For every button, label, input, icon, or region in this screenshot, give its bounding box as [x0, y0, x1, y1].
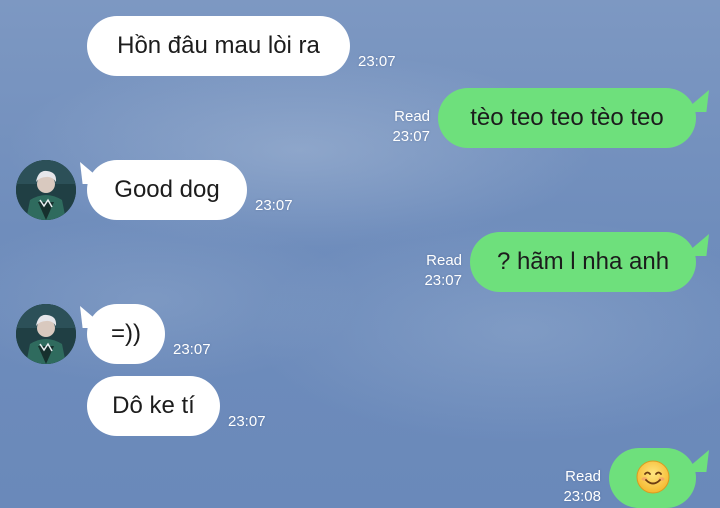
incoming-message-bubble[interactable]: Hồn đâu mau lòi ra [87, 16, 350, 76]
incoming-message-bubble[interactable]: Dô ke tí [87, 376, 220, 436]
incoming-message-bubble[interactable]: =)) [87, 304, 165, 364]
outgoing-message-bubble[interactable]: ? hãm l nha anh [470, 232, 696, 292]
outgoing-message-bubble[interactable]: tèo teo teo tèo teo [438, 88, 696, 148]
message-meta: 23:07 [358, 52, 396, 72]
read-receipt: Read [426, 252, 462, 269]
message-meta: 23:07 [173, 340, 211, 360]
message-meta: Read 23:07 [412, 251, 462, 291]
smiling-face-emoji-icon [636, 460, 669, 494]
message-meta: Read 23:07 [380, 107, 430, 147]
message-time: 23:07 [255, 197, 293, 214]
message-meta: Read 23:08 [551, 467, 601, 507]
read-receipt: Read [565, 468, 601, 485]
contact-avatar[interactable] [16, 304, 76, 364]
contact-avatar[interactable] [16, 160, 76, 220]
message-time: 23:07 [392, 128, 430, 145]
read-receipt: Read [394, 108, 430, 125]
message-text: Good dog [114, 176, 220, 203]
message-time: 23:07 [173, 341, 211, 358]
message-text: tèo teo teo tèo teo [470, 104, 664, 131]
chat-area: Hồn đâu mau lòi ra 23:07 tèo teo teo tèo… [0, 0, 720, 508]
message-time: 23:07 [228, 413, 266, 430]
message-text: ? hãm l nha anh [496, 248, 670, 275]
message-text: =)) [111, 320, 141, 347]
incoming-message-bubble[interactable]: Good dog [87, 160, 247, 220]
message-meta: 23:07 [228, 412, 266, 432]
message-meta: 23:07 [255, 196, 293, 216]
message-time: 23:08 [563, 488, 601, 505]
message-text: Dô ke tí [112, 392, 195, 419]
message-time: 23:07 [424, 272, 462, 289]
outgoing-message-bubble[interactable] [609, 448, 696, 508]
message-text: Hồn đâu mau lòi ra [117, 32, 320, 59]
message-time: 23:07 [358, 53, 396, 70]
